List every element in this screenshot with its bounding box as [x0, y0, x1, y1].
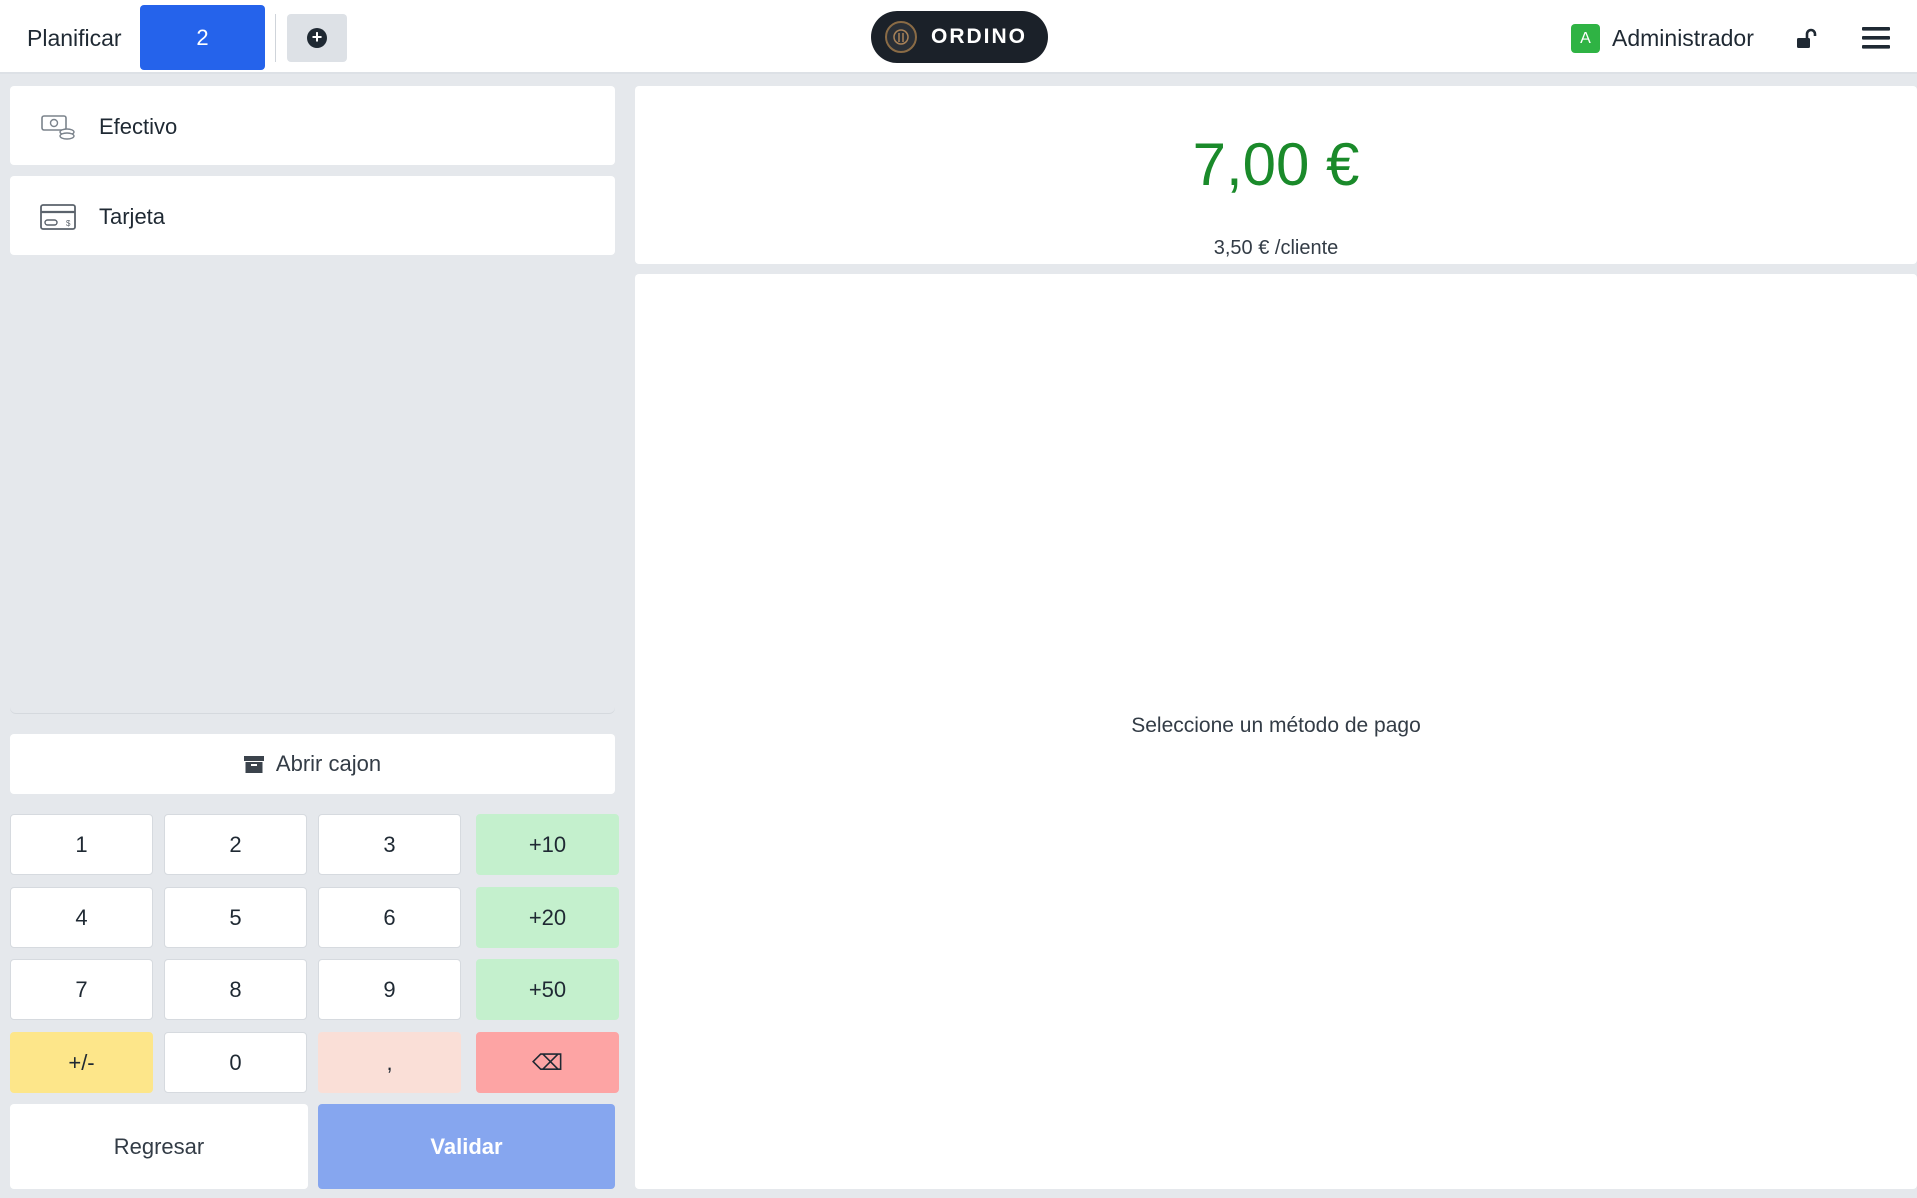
payment-method-label: Efectivo	[99, 114, 178, 139]
logo-mark-icon	[885, 21, 917, 53]
tab-divider	[275, 14, 276, 62]
payment-method-card[interactable]: $ Tarjeta	[10, 176, 615, 255]
open-drawer-button[interactable]: Abrir cajon	[10, 734, 615, 794]
numpad-key-sign-toggle[interactable]: +/-	[10, 1032, 153, 1093]
open-drawer-label: Abrir cajon	[275, 751, 382, 776]
avatar: A	[1571, 24, 1600, 53]
add-order-button[interactable]: +	[287, 14, 347, 62]
user-name: Administrador	[1612, 25, 1754, 51]
numpad-key-0[interactable]: 0	[164, 1032, 307, 1093]
numpad-key-plus-50[interactable]: +50	[476, 959, 619, 1020]
top-bar: Planificar 2 + ORDINO A Administrador	[0, 0, 1917, 74]
numpad-key-4[interactable]: 4	[10, 887, 153, 948]
numpad-key-backspace[interactable]: ⌫	[476, 1032, 619, 1093]
select-method-hint: Seleccione un método de pago	[1131, 714, 1421, 737]
payment-lines-panel: Seleccione un método de pago	[635, 274, 1917, 1189]
numpad-key-9[interactable]: 9	[318, 959, 461, 1020]
numpad-key-plus-20[interactable]: +20	[476, 887, 619, 948]
payment-method-label: Tarjeta	[99, 204, 166, 229]
numpad-key-2[interactable]: 2	[164, 814, 307, 875]
card-icon: $	[40, 204, 76, 230]
total-amount: 7,00 €	[1192, 131, 1360, 198]
numpad-key-5[interactable]: 5	[164, 887, 307, 948]
numpad-key-1[interactable]: 1	[10, 814, 153, 875]
numpad-key-6[interactable]: 6	[318, 887, 461, 948]
user-menu[interactable]: A Administrador	[1571, 24, 1754, 53]
order-tab-label: 2	[196, 24, 209, 50]
numpad-key-8[interactable]: 8	[164, 959, 307, 1020]
plus-circle-icon: +	[307, 28, 327, 48]
order-tab[interactable]: 2	[140, 5, 265, 70]
validate-button[interactable]: Validar	[318, 1104, 615, 1189]
svg-text:$: $	[66, 219, 71, 228]
ordino-logo: ORDINO	[871, 11, 1048, 63]
total-panel: 7,00 € 3,50 € /cliente	[635, 86, 1917, 264]
logo-text: ORDINO	[931, 25, 1027, 48]
archive-box-icon	[243, 756, 264, 773]
per-client-amount: 3,50 € /cliente	[1213, 237, 1339, 259]
numpad-key-decimal[interactable]: ,	[318, 1032, 461, 1093]
payment-method-cash[interactable]: Efectivo	[10, 86, 615, 165]
numpad-key-7[interactable]: 7	[10, 959, 153, 1020]
cash-icon	[41, 115, 75, 140]
numpad-key-3[interactable]: 3	[318, 814, 461, 875]
unlock-icon[interactable]	[1794, 27, 1818, 51]
hamburger-menu-icon[interactable]	[1862, 26, 1890, 50]
numpad-key-plus-10[interactable]: +10	[476, 814, 619, 875]
payment-methods-area	[10, 256, 615, 713]
planificar-button[interactable]: Planificar	[27, 25, 122, 52]
back-button[interactable]: Regresar	[10, 1104, 308, 1189]
